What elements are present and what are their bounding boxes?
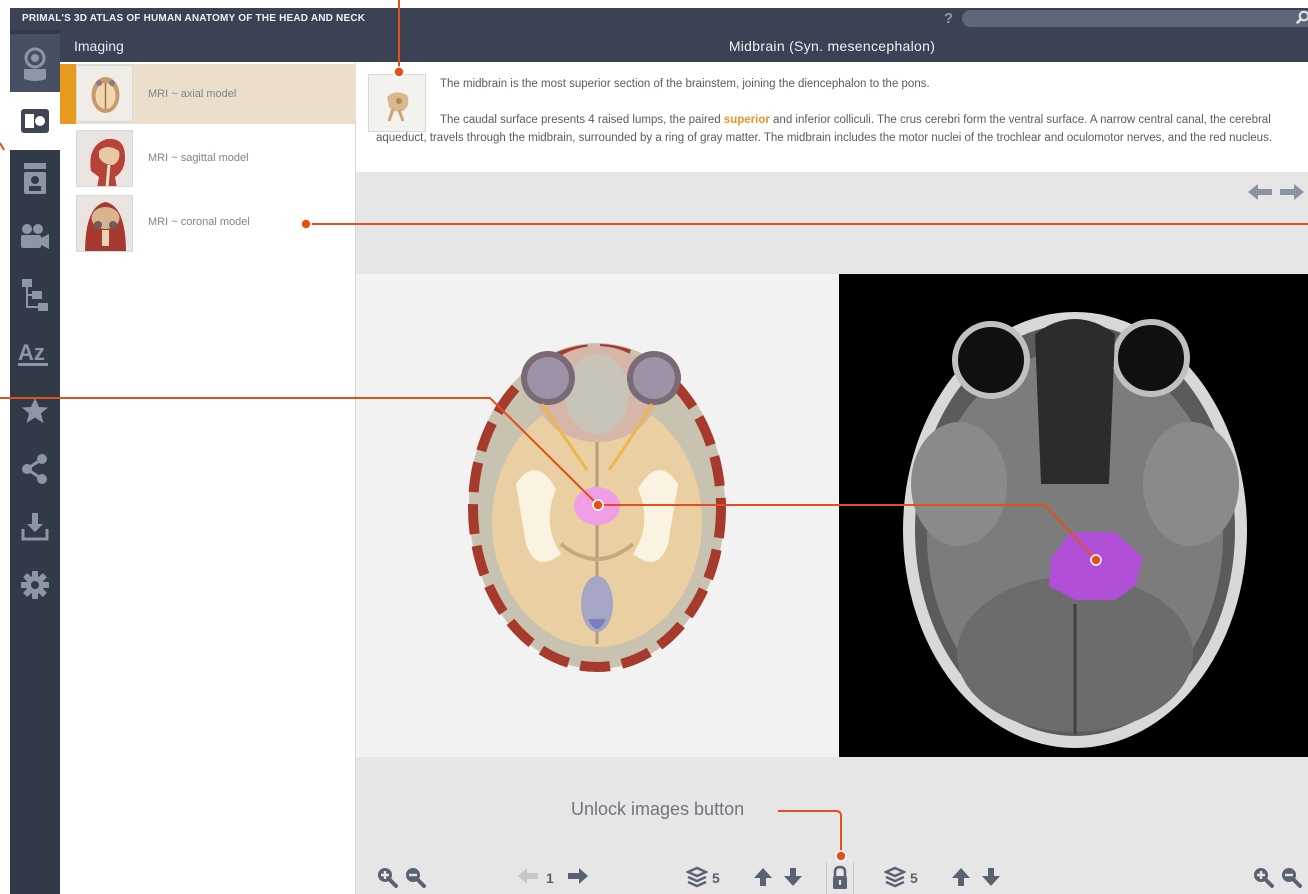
unlock-images-callout: Unlock images button — [571, 799, 745, 819]
layers-icon-left[interactable] — [686, 866, 708, 888]
layers-icon-right[interactable] — [884, 866, 906, 888]
structure-title: Midbrain (Syn. mesencephalon) — [728, 38, 936, 54]
hierarchy-icon[interactable] — [10, 266, 60, 324]
settings-gear-icon[interactable] — [10, 556, 60, 614]
superior-colliculus-link[interactable]: superior — [724, 114, 770, 126]
axial-model-image — [468, 343, 726, 672]
imaging-panel-header: Imaging — [60, 30, 356, 62]
list-item-mri-sagittal[interactable]: MRI ~ sagittal model — [60, 128, 356, 188]
next-arrow-icon[interactable] — [1278, 182, 1306, 207]
layers-count-right: 5 — [910, 870, 918, 886]
sagittal-thumbnail — [76, 130, 133, 187]
zoom-in-icon-right[interactable] — [1252, 866, 1274, 888]
para2-text-a: The caudal surface presents 4 raised lum… — [440, 114, 724, 126]
viewer-toolbar: 1 5 5 — [356, 862, 1308, 894]
help-icon[interactable]: ? — [944, 10, 953, 27]
unlock-images-button[interactable] — [826, 862, 854, 894]
layer-down-icon-right[interactable] — [980, 866, 1002, 888]
lock-icon — [833, 865, 847, 889]
imaging-list: MRI ~ axial model MRI ~ sagittal model M… — [60, 62, 356, 894]
imaging-icon[interactable] — [10, 92, 60, 150]
layers-count-left: 5 — [712, 870, 720, 886]
zoom-in-icon[interactable] — [376, 866, 398, 888]
previous-arrow-icon[interactable] — [1246, 182, 1274, 207]
axial-thumbnail — [76, 65, 133, 122]
favorites-star-icon[interactable] — [10, 382, 60, 440]
download-icon[interactable] — [10, 498, 60, 556]
title-bar: PRIMAL'S 3D ATLAS OF HUMAN ANATOMY OF TH… — [10, 8, 1308, 30]
tool-icon-bar: Az — [10, 30, 60, 894]
previous-slice-arrow-icon[interactable] — [516, 866, 540, 886]
mri-scan-image — [903, 312, 1247, 748]
layer-up-icon-left[interactable] — [752, 866, 774, 888]
description-panel: The midbrain is the most superior sectio… — [356, 62, 1308, 172]
image-viewer: Unlock images button 1 5 5 — [356, 172, 1308, 894]
list-item-mri-axial[interactable]: MRI ~ axial model — [60, 64, 356, 124]
anatomy-model-panel[interactable] — [356, 274, 839, 757]
index-az-icon[interactable]: Az — [10, 324, 60, 382]
description-paragraph-2: The caudal surface presents 4 raised lum… — [376, 112, 1281, 147]
app-title: PRIMAL'S 3D ATLAS OF HUMAN ANATOMY OF TH… — [22, 13, 366, 24]
list-item-mri-coronal[interactable]: MRI ~ coronal model — [60, 192, 356, 252]
zoom-out-icon[interactable] — [404, 866, 426, 888]
selected-indicator — [60, 64, 76, 124]
svg-text:Az: Az — [18, 340, 45, 365]
list-item-label: MRI ~ axial model — [148, 88, 237, 100]
search-icon[interactable] — [1296, 10, 1308, 29]
list-item-label: MRI ~ coronal model — [148, 216, 250, 228]
slides-icon[interactable] — [10, 150, 60, 208]
coronal-thumbnail — [76, 195, 133, 252]
imaging-header-label: Imaging — [74, 38, 124, 54]
slice-number: 1 — [546, 870, 554, 886]
layer-down-icon-left[interactable] — [782, 866, 804, 888]
layer-up-icon-right[interactable] — [950, 866, 972, 888]
mri-scan-panel[interactable] — [839, 274, 1308, 757]
share-icon[interactable] — [10, 440, 60, 498]
list-item-label: MRI ~ sagittal model — [148, 152, 249, 164]
movies-icon[interactable] — [10, 208, 60, 266]
content-header: Midbrain (Syn. mesencephalon) — [356, 30, 1308, 62]
zoom-out-icon-right[interactable] — [1280, 866, 1302, 888]
app-window: PRIMAL'S 3D ATLAS OF HUMAN ANATOMY OF TH… — [0, 0, 1308, 894]
model-icon[interactable] — [10, 34, 60, 92]
search-input[interactable] — [962, 10, 1308, 27]
description-paragraph-1: The midbrain is the most superior sectio… — [440, 78, 930, 90]
next-slice-arrow-icon[interactable] — [566, 866, 590, 886]
